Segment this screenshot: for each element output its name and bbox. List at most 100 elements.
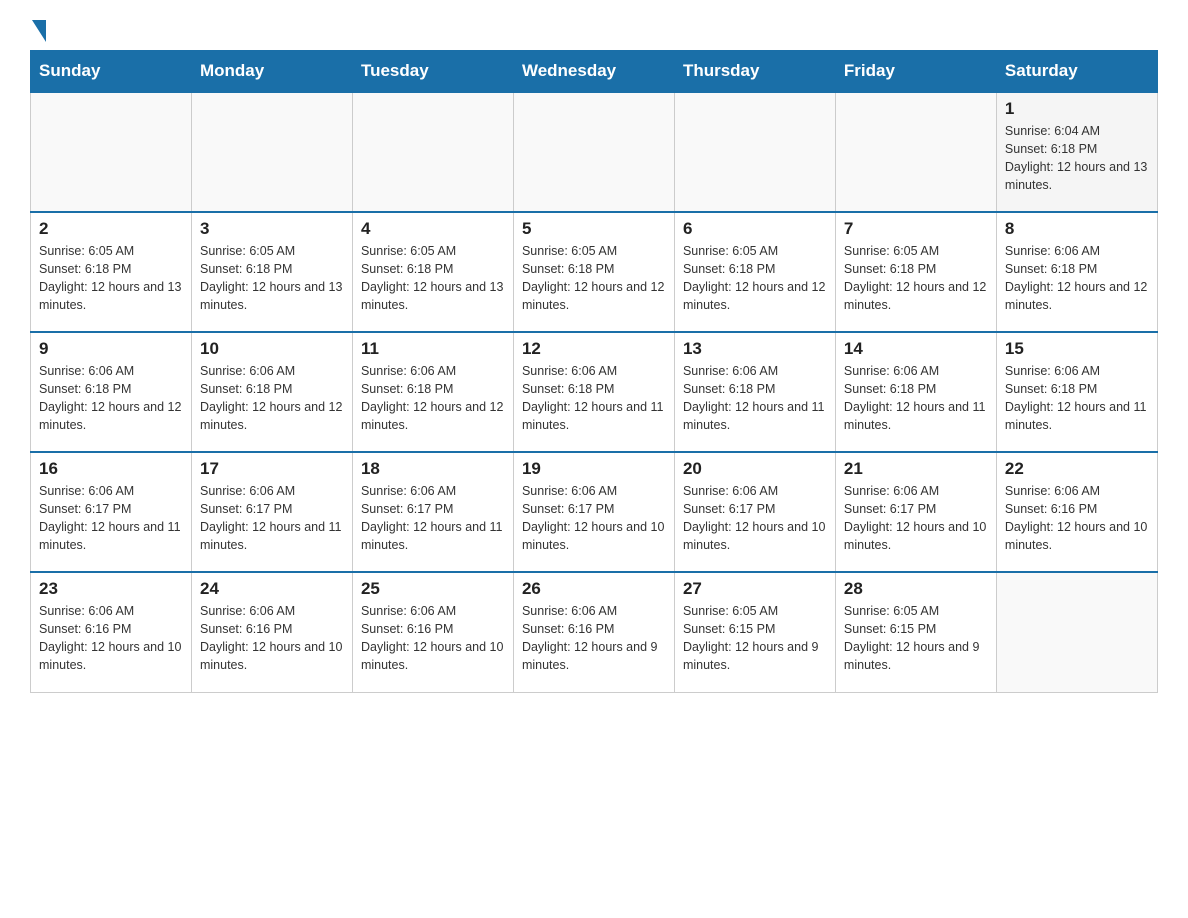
calendar-cell: 27 Sunrise: 6:05 AMSunset: 6:15 PMDayligh… (674, 572, 835, 692)
day-number: 13 (683, 339, 827, 359)
day-info: Sunrise: 6:06 AMSunset: 6:16 PMDaylight:… (39, 602, 183, 675)
day-info: Sunrise: 6:06 AMSunset: 6:18 PMDaylight:… (361, 362, 505, 435)
day-number: 21 (844, 459, 988, 479)
day-info: Sunrise: 6:06 AMSunset: 6:17 PMDaylight:… (844, 482, 988, 555)
calendar-cell: 3 Sunrise: 6:05 AMSunset: 6:18 PMDaylight… (191, 212, 352, 332)
day-info: Sunrise: 6:05 AMSunset: 6:15 PMDaylight:… (683, 602, 827, 675)
header-wednesday: Wednesday (513, 51, 674, 93)
calendar-cell: 28 Sunrise: 6:05 AMSunset: 6:15 PMDayligh… (835, 572, 996, 692)
calendar-week-row: 23 Sunrise: 6:06 AMSunset: 6:16 PMDayligh… (31, 572, 1158, 692)
header-tuesday: Tuesday (352, 51, 513, 93)
calendar-cell: 20 Sunrise: 6:06 AMSunset: 6:17 PMDayligh… (674, 452, 835, 572)
day-info: Sunrise: 6:06 AMSunset: 6:16 PMDaylight:… (1005, 482, 1149, 555)
calendar-cell: 7 Sunrise: 6:05 AMSunset: 6:18 PMDaylight… (835, 212, 996, 332)
calendar-cell: 12 Sunrise: 6:06 AMSunset: 6:18 PMDayligh… (513, 332, 674, 452)
day-info: Sunrise: 6:05 AMSunset: 6:18 PMDaylight:… (361, 242, 505, 315)
calendar-cell: 14Sunrise: 6:06 AMSunset: 6:18 PMDayligh… (835, 332, 996, 452)
logo (30, 20, 46, 32)
calendar-cell: 23 Sunrise: 6:06 AMSunset: 6:16 PMDayligh… (31, 572, 192, 692)
calendar-cell (352, 92, 513, 212)
day-number: 26 (522, 579, 666, 599)
calendar-cell (31, 92, 192, 212)
day-info: Sunrise: 6:06 AMSunset: 6:18 PMDaylight:… (522, 362, 666, 435)
day-number: 18 (361, 459, 505, 479)
day-number: 24 (200, 579, 344, 599)
day-info: Sunrise: 6:05 AMSunset: 6:18 PMDaylight:… (683, 242, 827, 315)
day-number: 23 (39, 579, 183, 599)
day-info: Sunrise: 6:05 AMSunset: 6:15 PMDaylight:… (844, 602, 988, 675)
day-number: 15 (1005, 339, 1149, 359)
calendar-cell: 4 Sunrise: 6:05 AMSunset: 6:18 PMDaylight… (352, 212, 513, 332)
day-info: Sunrise: 6:06 AMSunset: 6:16 PMDaylight:… (522, 602, 666, 675)
header-thursday: Thursday (674, 51, 835, 93)
calendar-cell: 1 Sunrise: 6:04 AMSunset: 6:18 PMDaylight… (996, 92, 1157, 212)
calendar-cell: 15 Sunrise: 6:06 AMSunset: 6:18 PMDayligh… (996, 332, 1157, 452)
day-number: 20 (683, 459, 827, 479)
calendar-header-row: Sunday Monday Tuesday Wednesday Thursday… (31, 51, 1158, 93)
calendar-cell: 26 Sunrise: 6:06 AMSunset: 6:16 PMDayligh… (513, 572, 674, 692)
calendar-cell: 16 Sunrise: 6:06 AMSunset: 6:17 PMDayligh… (31, 452, 192, 572)
calendar-cell: 22 Sunrise: 6:06 AMSunset: 6:16 PMDayligh… (996, 452, 1157, 572)
day-info: Sunrise: 6:06 AMSunset: 6:18 PMDaylight:… (1005, 362, 1149, 435)
day-info: Sunrise: 6:06 AMSunset: 6:17 PMDaylight:… (361, 482, 505, 555)
header-monday: Monday (191, 51, 352, 93)
day-number: 10 (200, 339, 344, 359)
day-info: Sunrise: 6:06 AMSunset: 6:18 PMDaylight:… (844, 362, 988, 435)
day-info: Sunrise: 6:06 AMSunset: 6:17 PMDaylight:… (522, 482, 666, 555)
day-info: Sunrise: 6:05 AMSunset: 6:18 PMDaylight:… (39, 242, 183, 315)
header-friday: Friday (835, 51, 996, 93)
calendar-cell (835, 92, 996, 212)
calendar-week-row: 1 Sunrise: 6:04 AMSunset: 6:18 PMDaylight… (31, 92, 1158, 212)
day-info: Sunrise: 6:06 AMSunset: 6:17 PMDaylight:… (39, 482, 183, 555)
header-sunday: Sunday (31, 51, 192, 93)
calendar-cell (674, 92, 835, 212)
day-info: Sunrise: 6:06 AMSunset: 6:17 PMDaylight:… (200, 482, 344, 555)
calendar-cell: 18 Sunrise: 6:06 AMSunset: 6:17 PMDayligh… (352, 452, 513, 572)
day-info: Sunrise: 6:05 AMSunset: 6:18 PMDaylight:… (200, 242, 344, 315)
calendar-cell (513, 92, 674, 212)
day-number: 7 (844, 219, 988, 239)
calendar-cell: 19 Sunrise: 6:06 AMSunset: 6:17 PMDayligh… (513, 452, 674, 572)
day-info: Sunrise: 6:06 AMSunset: 6:18 PMDaylight:… (1005, 242, 1149, 315)
calendar-cell (996, 572, 1157, 692)
calendar-cell: 9 Sunrise: 6:06 AMSunset: 6:18 PMDaylight… (31, 332, 192, 452)
calendar-cell: 2 Sunrise: 6:05 AMSunset: 6:18 PMDaylight… (31, 212, 192, 332)
calendar-cell: 21 Sunrise: 6:06 AMSunset: 6:17 PMDayligh… (835, 452, 996, 572)
day-number: 2 (39, 219, 183, 239)
calendar-cell: 24Sunrise: 6:06 AMSunset: 6:16 PMDayligh… (191, 572, 352, 692)
day-number: 19 (522, 459, 666, 479)
day-info: Sunrise: 6:06 AMSunset: 6:16 PMDaylight:… (361, 602, 505, 675)
day-number: 11 (361, 339, 505, 359)
calendar-week-row: 16 Sunrise: 6:06 AMSunset: 6:17 PMDayligh… (31, 452, 1158, 572)
day-number: 22 (1005, 459, 1149, 479)
calendar-cell: 11 Sunrise: 6:06 AMSunset: 6:18 PMDayligh… (352, 332, 513, 452)
day-number: 4 (361, 219, 505, 239)
calendar-cell (191, 92, 352, 212)
day-number: 25 (361, 579, 505, 599)
calendar-week-row: 2 Sunrise: 6:05 AMSunset: 6:18 PMDaylight… (31, 212, 1158, 332)
day-number: 3 (200, 219, 344, 239)
day-number: 28 (844, 579, 988, 599)
logo-arrow-icon (32, 20, 46, 42)
day-number: 12 (522, 339, 666, 359)
page-header (30, 20, 1158, 32)
day-number: 9 (39, 339, 183, 359)
day-number: 5 (522, 219, 666, 239)
day-number: 1 (1005, 99, 1149, 119)
calendar-table: Sunday Monday Tuesday Wednesday Thursday… (30, 50, 1158, 693)
day-info: Sunrise: 6:05 AMSunset: 6:18 PMDaylight:… (844, 242, 988, 315)
logo-block (30, 20, 46, 32)
day-number: 16 (39, 459, 183, 479)
day-info: Sunrise: 6:06 AMSunset: 6:18 PMDaylight:… (39, 362, 183, 435)
day-number: 27 (683, 579, 827, 599)
calendar-cell: 13 Sunrise: 6:06 AMSunset: 6:18 PMDayligh… (674, 332, 835, 452)
day-info: Sunrise: 6:04 AMSunset: 6:18 PMDaylight:… (1005, 122, 1149, 195)
day-info: Sunrise: 6:06 AMSunset: 6:18 PMDaylight:… (683, 362, 827, 435)
calendar-cell: 8Sunrise: 6:06 AMSunset: 6:18 PMDaylight… (996, 212, 1157, 332)
calendar-cell: 10Sunrise: 6:06 AMSunset: 6:18 PMDayligh… (191, 332, 352, 452)
calendar-cell: 17 Sunrise: 6:06 AMSunset: 6:17 PMDayligh… (191, 452, 352, 572)
day-number: 17 (200, 459, 344, 479)
day-info: Sunrise: 6:06 AMSunset: 6:17 PMDaylight:… (683, 482, 827, 555)
calendar-week-row: 9 Sunrise: 6:06 AMSunset: 6:18 PMDaylight… (31, 332, 1158, 452)
header-saturday: Saturday (996, 51, 1157, 93)
